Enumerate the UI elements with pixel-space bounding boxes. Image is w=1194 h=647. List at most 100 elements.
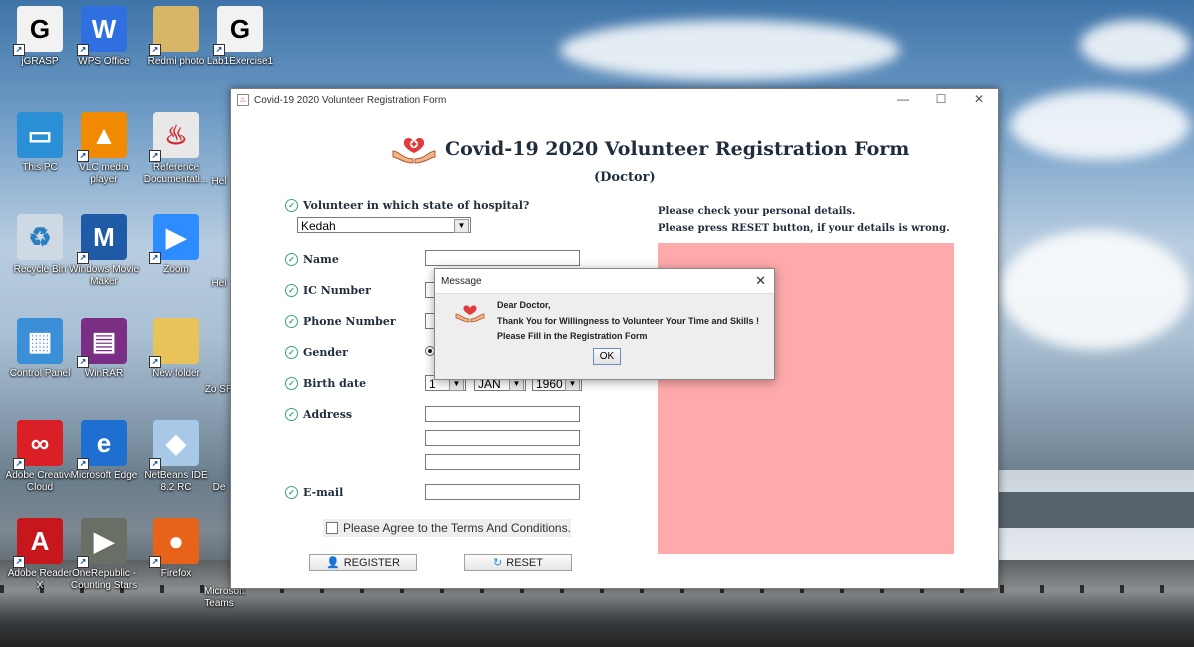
shortcut-arrow-icon: ↗ [149,356,161,368]
maximize-button[interactable]: ☐ [922,89,960,109]
check-circle-icon: ✓ [285,199,298,212]
shortcut-arrow-icon: ↗ [149,556,161,568]
desktop-icon[interactable]: A ↗ Adobe Reader X [4,518,76,592]
instruction-line1: Please check your personal details. [658,206,856,217]
desktop-icon-label: New folder [152,368,200,379]
cloud [560,20,900,80]
birth-label-text: Birth date [303,377,367,390]
reset-button[interactable]: ↻ RESET [464,554,572,571]
check-circle-icon: ✓ [285,486,298,499]
check-circle-icon: ✓ [285,346,298,359]
phone-label-text: Phone Number [303,315,396,328]
dialog-line3: Please Fill in the Registration Form [497,331,648,341]
address-line1-input[interactable] [425,406,580,422]
instruction-line2: Please press RESET button, if your detai… [658,223,950,234]
shortcut-arrow-icon: ↗ [77,44,89,56]
add-user-icon: 👤 [326,557,340,569]
desktop-icon-label: Firefox [160,568,192,579]
check-circle-icon: ✓ [285,408,298,421]
desktop-icon[interactable]: ▶ ↗ OneRepublic - Counting Stars [68,518,140,592]
dialog-body: Dear Doctor, Thank You for Willingness t… [435,294,774,379]
desktop-icon-label: WinRAR [84,368,124,379]
desktop-icon-glyph: ♻ [17,214,63,260]
terms-text: Please Agree to the Terms And Conditions… [343,521,571,535]
desktop-icon[interactable]: ▭ This PC [4,112,76,174]
email-label: ✓ E-mail [285,486,343,499]
desktop-icon-label: Reference Documentati... [143,162,209,185]
desktop-icon-label: Zoom [163,264,189,275]
form-title: Covid-19 2020 Volunteer Registration For… [445,138,910,160]
desktop-icon-glyph: ◆ ↗ [149,420,199,470]
desktop-icon-label: Recycle Bin [13,264,67,275]
window-titlebar[interactable]: ♨ Covid-19 2020 Volunteer Registration F… [231,89,998,111]
desktop-icon-label: Control Panel [9,368,71,379]
ok-button[interactable]: OK [593,348,621,365]
dialog-close-icon[interactable]: ✕ [755,273,766,289]
minimize-button[interactable]: — [884,89,922,109]
refresh-icon: ↻ [493,557,503,569]
desktop-icon-glyph: ● ↗ [149,518,199,568]
desktop-icon-glyph: ▶ ↗ [77,518,127,568]
desktop-icon-glyph: ▶ ↗ [149,214,199,264]
desktop-icon-label: WPS Office [78,56,130,67]
shortcut-arrow-icon: ↗ [149,458,161,470]
state-dropdown[interactable]: Kedah ▼ [297,217,471,233]
desktop-icon[interactable]: G ↗ Lab1Exercise1 [204,6,276,68]
address-line2-input[interactable] [425,430,580,446]
heart-hands-icon [391,133,437,165]
message-dialog: Message ✕ Dear Doctor, Thank You for Wil… [434,268,775,380]
desktop-icon-label: Redmi photo [147,56,205,67]
desktop-icon[interactable]: ∞ ↗ Adobe Creative Cloud [4,420,76,494]
desktop-icon[interactable]: W ↗ WPS Office [68,6,140,68]
shortcut-arrow-icon: ↗ [77,356,89,368]
desktop-icon[interactable]: ♨ ↗ Reference Documentati... [140,112,212,186]
check-circle-icon: ✓ [285,315,298,328]
terms-checkbox-row[interactable]: Please Agree to the Terms And Conditions… [323,519,571,537]
desktop-icon[interactable]: M ↗ Windows Movie Maker [68,214,140,288]
birth-label: ✓ Birth date [285,377,366,390]
ic-label-text: IC Number [303,284,371,297]
desktop-icon[interactable]: ▶ ↗ Zoom [140,214,212,276]
desktop-icon[interactable]: ♻ Recycle Bin [4,214,76,276]
shortcut-arrow-icon: ↗ [77,252,89,264]
shortcut-arrow-icon: ↗ [149,44,161,56]
desktop-icon[interactable]: ● ↗ Firefox [140,518,212,580]
email-input[interactable] [425,484,580,500]
desktop-icon[interactable]: G ↗ jGRASP [4,6,76,68]
desktop-icon[interactable]: ▲ ↗ VLC media player [68,112,140,186]
shortcut-arrow-icon: ↗ [13,458,25,470]
desktop-icon[interactable]: e ↗ Microsoft Edge [68,420,140,482]
desktop-icon[interactable]: ▦ Control Panel [4,318,76,380]
desktop-icon[interactable]: ↗ New folder [140,318,212,380]
name-input[interactable] [425,250,580,266]
dialog-line1: Dear Doctor, [497,300,551,310]
shortcut-arrow-icon: ↗ [213,44,225,56]
shortcut-arrow-icon: ↗ [13,44,25,56]
desktop-icon-glyph: ▲ ↗ [77,112,127,162]
desktop-icon-glyph: A ↗ [13,518,63,568]
address-label: ✓ Address [285,408,352,421]
desktop-icon-label: Lab1Exercise1 [206,56,274,67]
dialog-titlebar[interactable]: Message [435,269,774,294]
desktop-icon-label: NetBeans IDE 8.2 RC [144,470,208,493]
ic-label: ✓ IC Number [285,284,371,297]
desktop-icon-glyph: ↗ [149,6,199,56]
java-app-icon: ♨ [237,94,249,106]
desktop-icon-glyph: ▭ [17,112,63,158]
desktop-icon[interactable]: ◆ ↗ NetBeans IDE 8.2 RC [140,420,212,494]
desktop-icon-label: VLC media player [79,162,129,185]
register-button[interactable]: 👤 REGISTER [309,554,417,571]
terms-checkbox[interactable] [326,522,338,534]
state-label: ✓ Volunteer in which state of hospital? [285,199,529,212]
partial-label: Microsoft Teams [204,586,245,609]
desktop-icon-label: Microsoft Edge [70,470,138,481]
desktop-icon[interactable]: ↗ Redmi photo [140,6,212,68]
desktop-icon[interactable]: ▤ ↗ WinRAR [68,318,140,380]
desktop-icon-glyph: G ↗ [213,6,263,56]
address-line3-input[interactable] [425,454,580,470]
desktop-icon-label: This PC [22,162,58,173]
building [998,492,1194,528]
window-title: Covid-19 2020 Volunteer Registration For… [254,94,447,106]
gender-label: ✓ Gender [285,346,348,359]
close-button[interactable]: ✕ [960,89,998,109]
